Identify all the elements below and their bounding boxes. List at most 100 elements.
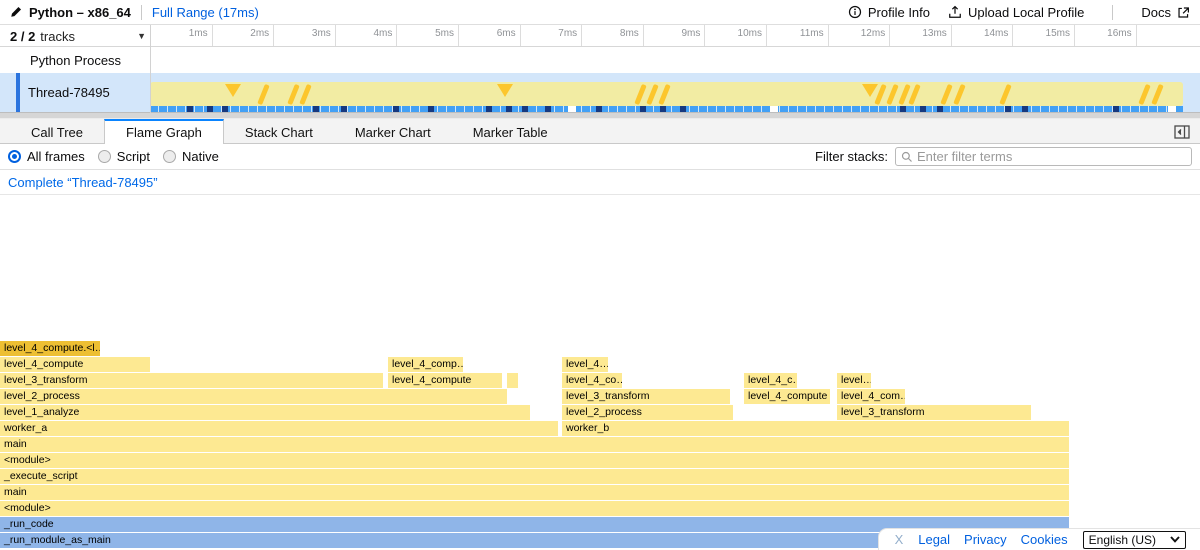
- track-marker-slash: [257, 84, 270, 105]
- flame-block[interactable]: level_4_compute: [388, 373, 502, 388]
- radio-label: Native: [182, 149, 219, 164]
- panel-tab-bar: Call Tree Flame GraphStack Chart Marker Ch…: [0, 119, 1200, 144]
- track-marker-tri: [497, 84, 513, 97]
- flame-block[interactable]: level_4_comp…: [388, 357, 463, 372]
- flame-block[interactable]: level_2_process: [0, 389, 507, 404]
- tab-flame-graph[interactable]: Flame Graph: [104, 119, 224, 144]
- flame-block[interactable]: worker_a: [0, 421, 558, 436]
- flame-block[interactable]: level_1_analyze: [0, 405, 530, 420]
- flame-block[interactable]: level_4_com…: [837, 389, 905, 404]
- profile-info-button[interactable]: Profile Info: [848, 5, 930, 20]
- flame-block[interactable]: level_4_c…: [744, 373, 797, 388]
- app-header: Python – x86_64 Full Range (17ms) Profil…: [0, 0, 1200, 25]
- flame-block[interactable]: level_3_transform: [0, 373, 383, 388]
- track-samples-bar: [150, 106, 1183, 112]
- samples-gap: [770, 106, 778, 112]
- flame-block[interactable]: level_4_compute: [744, 389, 830, 404]
- tracks-dropdown-button[interactable]: 2 / 2 tracks ▼: [10, 25, 150, 47]
- flame-block[interactable]: <module>: [0, 501, 1069, 516]
- filter-search-box[interactable]: [895, 147, 1192, 166]
- radio-option-script[interactable]: Script: [98, 149, 150, 164]
- full-range-link[interactable]: Full Range (17ms): [152, 5, 259, 20]
- track-marker-slash: [646, 84, 659, 105]
- footer-link-legal[interactable]: Legal: [918, 532, 950, 547]
- samples-navy-segment: [187, 106, 193, 112]
- filter-search-input[interactable]: [917, 149, 1186, 164]
- tab-marker-chart[interactable]: Marker Chart: [334, 119, 452, 143]
- process-track-header[interactable]: Python Process: [0, 47, 1200, 73]
- tab-call-tree[interactable]: Call Tree: [10, 119, 104, 143]
- pencil-icon: [10, 6, 22, 18]
- tracks-count: 2 / 2: [10, 29, 35, 44]
- track-marker-slash: [1151, 84, 1164, 105]
- language-select-value: English (US): [1089, 533, 1156, 547]
- flame-block[interactable]: main: [0, 437, 1069, 452]
- samples-navy-segment: [937, 106, 943, 112]
- profile-name-button[interactable]: Python – x86_64: [10, 5, 131, 20]
- radio-icon: [98, 150, 111, 163]
- tab-stack-chart[interactable]: Stack Chart: [224, 119, 334, 143]
- samples-navy-segment: [640, 106, 646, 112]
- upload-button[interactable]: Upload Local Profile: [948, 5, 1084, 20]
- docs-label: Docs: [1141, 5, 1171, 20]
- track-marker-slash: [953, 84, 966, 105]
- flame-block[interactable]: level_4_compute: [0, 357, 150, 372]
- docs-button[interactable]: Docs: [1141, 5, 1190, 20]
- breadcrumb: Complete “Thread-78495”: [0, 170, 1200, 195]
- flame-graph[interactable]: level_4_compute.<l…level_4_computelevel_…: [0, 195, 1200, 549]
- ruler-tick-label: 7ms: [521, 28, 577, 39]
- ruler-tick-label: 15ms: [1014, 28, 1070, 39]
- flame-block[interactable]: _execute_script: [0, 469, 1069, 484]
- timeline-ruler[interactable]: 2 / 2 tracks ▼ 1ms2ms3ms4ms5ms6ms7ms8ms9…: [0, 25, 1200, 47]
- flame-block[interactable]: main: [0, 485, 1069, 500]
- process-label: Python Process: [30, 53, 121, 68]
- flame-block[interactable]: level_3_transform: [562, 389, 730, 404]
- thread-track-graphic[interactable]: [150, 73, 1183, 112]
- samples-navy-segment: [900, 106, 906, 112]
- samples-navy-segment: [596, 106, 602, 112]
- footer-x-link[interactable]: X: [895, 532, 904, 547]
- radio-option-all-frames[interactable]: All frames: [8, 149, 85, 164]
- flame-block[interactable]: level_4_co…: [562, 373, 622, 388]
- tab-label: Marker Table: [473, 125, 548, 140]
- flame-block[interactable]: level…: [837, 373, 871, 388]
- track-marker-slash: [634, 84, 647, 105]
- ruler-tick-label: 9ms: [644, 28, 700, 39]
- samples-navy-segment: [428, 106, 434, 112]
- tab-marker-table[interactable]: Marker Table: [452, 119, 569, 143]
- samples-navy-segment: [920, 106, 926, 112]
- samples-navy-segment: [1113, 106, 1119, 112]
- frame-filter-radios: All frames Script Native: [8, 149, 232, 164]
- samples-navy-segment: [1005, 106, 1011, 112]
- flame-block[interactable]: <module>: [0, 453, 1069, 468]
- samples-navy-segment: [393, 106, 399, 112]
- footer-link-cookies[interactable]: Cookies: [1021, 532, 1068, 547]
- flame-block[interactable]: level_4_compute.<l…: [0, 341, 100, 356]
- ruler-tick-label: 6ms: [460, 28, 516, 39]
- upload-label: Upload Local Profile: [968, 5, 1084, 20]
- flame-block[interactable]: level_3_transform: [837, 405, 1031, 420]
- samples-navy-segment: [341, 106, 347, 112]
- chevron-down-icon: [1170, 536, 1180, 543]
- flame-block[interactable]: [507, 373, 518, 388]
- flame-block[interactable]: level_4…: [562, 357, 608, 372]
- tab-label: Call Tree: [31, 125, 83, 140]
- ruler-tick-label: 2ms: [213, 28, 269, 39]
- ruler-tick-label: 11ms: [768, 28, 824, 39]
- radio-option-native[interactable]: Native: [163, 149, 219, 164]
- flame-block[interactable]: level_2_process: [562, 405, 733, 420]
- language-select[interactable]: English (US): [1083, 531, 1186, 549]
- ruler-tick-label: 3ms: [275, 28, 331, 39]
- samples-navy-segment: [660, 106, 666, 112]
- samples-navy-segment: [486, 106, 492, 112]
- samples-navy-segment: [207, 106, 213, 112]
- tab-label: Marker Chart: [355, 125, 431, 140]
- thread-track[interactable]: Thread-78495: [0, 73, 1200, 112]
- ruler-tick-label: 10ms: [706, 28, 762, 39]
- sidebar-toggle-button[interactable]: [1173, 123, 1191, 140]
- search-icon: [901, 151, 913, 163]
- flame-block[interactable]: worker_b: [562, 421, 1069, 436]
- radio-icon: [163, 150, 176, 163]
- breadcrumb-root-button[interactable]: Complete “Thread-78495”: [8, 175, 158, 190]
- footer-link-privacy[interactable]: Privacy: [964, 532, 1007, 547]
